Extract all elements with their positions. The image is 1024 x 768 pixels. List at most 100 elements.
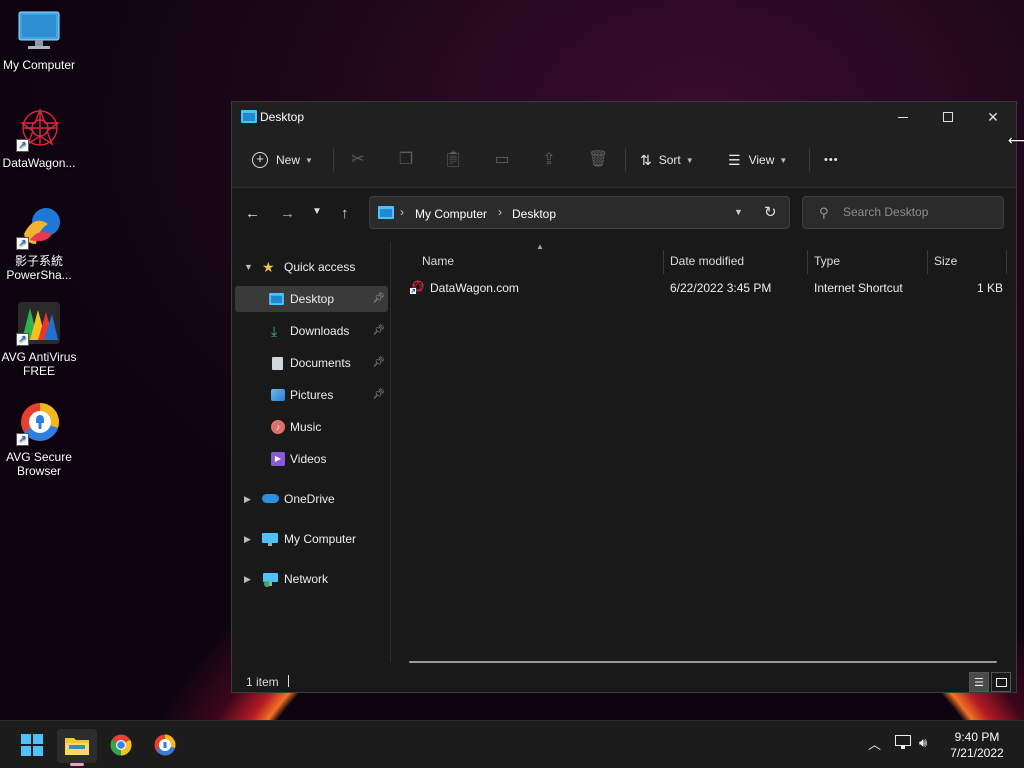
file-explorer-window: Desktop ✕ + New ▼ ✂ ❐ 📋︎ ▭ ⇪ 🗑︎ ⇅ Sort ▼ [231,101,1017,693]
view-button-label: View [748,153,775,167]
taskbar-avg-secure-browser[interactable] [145,729,185,763]
navigation-pane: ▼ ★ Quick access Desktop 📌︎ ⤓ Downloads … [232,242,392,662]
desktop-icon-label: 影子系統 PowerSha... [6,254,72,282]
tiles-view-button[interactable] [991,672,1011,692]
sidebar-item-label: Quick access [284,260,356,274]
refresh-icon[interactable]: ↻ [764,203,777,221]
sidebar-divider [390,242,391,662]
sidebar-item-label: Pictures [290,388,334,402]
breadcrumb-my-computer[interactable]: My Computer [415,207,487,221]
sidebar-item-network[interactable]: ▶ Network [235,566,388,592]
network-tray-icon[interactable] [895,735,911,753]
search-input[interactable] [843,205,993,219]
table-row[interactable]: DataWagon.com 6/22/2022 3:45 PM Internet… [408,277,1008,299]
show-hidden-icons-chevron-icon[interactable]: ︿ [868,734,881,753]
monitor-icon [262,533,278,549]
sidebar-item-desktop[interactable]: Desktop 📌︎ [235,286,388,312]
sort-button[interactable]: ⇅ Sort ▼ [640,146,694,174]
column-divider[interactable] [663,250,664,274]
pin-icon[interactable]: 📌︎ [372,293,385,304]
desktop-folder-icon [241,110,257,126]
star-icon: ★ [262,258,275,275]
sidebar-item-videos[interactable]: ▶ Videos [235,446,388,472]
shortcut-arrow-icon: ↗ [16,433,29,446]
column-header-size[interactable]: Size [934,248,957,274]
back-arrow-icon[interactable]: ← [245,205,260,222]
sidebar-item-documents[interactable]: Documents 📌︎ [235,350,388,376]
up-arrow-icon[interactable]: ↑ [341,205,349,222]
horizontal-scrollbar[interactable] [409,661,997,663]
search-box[interactable]: ⚲ [802,196,1004,229]
pin-icon[interactable]: 📌︎ [372,389,385,400]
minimize-button[interactable] [880,102,926,132]
forward-arrow-icon[interactable]: → [280,205,295,222]
column-header-date[interactable]: Date modified [670,248,744,274]
sidebar-item-label: Desktop [290,292,335,306]
close-button[interactable]: ✕ [970,102,1016,132]
taskbar-clock[interactable]: 9:40 PM 7/21/2022 [940,729,1014,761]
details-view-icon: ☰ [974,676,984,689]
taskbar-file-explorer[interactable] [57,729,97,766]
column-header-type[interactable]: Type [814,248,840,274]
breadcrumb-chevron-icon: › [400,205,404,219]
sidebar-item-onedrive[interactable]: ▶ OneDrive [235,486,388,512]
clock-date: 7/21/2022 [950,746,1004,760]
desktop-icon-powershadow[interactable]: ↗ 影子系統 PowerSha... [0,204,78,282]
sidebar-item-label: Documents [290,356,351,370]
desktop-icon-label: My Computer [2,58,76,72]
address-dropdown-icon[interactable]: ▼ [734,207,743,217]
sidebar-item-my-computer[interactable]: ▶ My Computer [235,526,388,552]
maximize-button[interactable] [925,102,971,132]
pictures-icon [271,389,285,401]
see-more-button[interactable]: ••• [824,146,839,174]
chevron-down-icon: ▼ [244,262,253,272]
delete-icon[interactable]: 🗑︎ [588,149,608,169]
sidebar-item-pictures[interactable]: Pictures 📌︎ [235,382,388,408]
column-divider[interactable] [1006,250,1007,274]
view-list-icon: ☰ [728,151,741,168]
share-icon[interactable]: ⇪ [539,149,559,169]
videos-icon: ▶ [271,452,285,466]
toolbar-divider [809,148,810,172]
sidebar-item-music[interactable]: ♪ Music [235,414,388,440]
copy-icon[interactable]: ❐ [396,149,416,169]
status-divider [288,675,289,687]
status-bar: 1 item ☰ [232,672,1016,692]
column-header-name[interactable]: Name [422,248,454,274]
title-bar[interactable]: Desktop ✕ [232,102,1016,132]
paste-icon[interactable]: 📋︎ [443,149,463,169]
taskbar: ︿ 🔊︎ 9:40 PM 7/21/2022 [0,720,1024,768]
chevron-down-icon: ▼ [685,155,694,165]
sort-indicator-icon: ▲ [536,242,544,251]
address-bar[interactable]: › My Computer › Desktop ▼ ↻ [369,196,790,229]
internet-shortcut-icon [410,280,424,297]
volume-icon[interactable]: 🔊︎ [919,735,927,751]
desktop-icon-avg-secure-browser[interactable]: ↗ AVG Secure Browser [0,400,78,478]
window-title: Desktop [260,110,305,124]
desktop-folder-icon [378,206,394,222]
music-icon: ♪ [271,420,285,434]
column-divider[interactable] [807,250,808,274]
pin-icon[interactable]: 📌︎ [372,325,385,336]
sidebar-item-label: Downloads [290,324,350,338]
desktop-icon-avg-antivirus[interactable]: ↗ AVG AntiVirus FREE [0,300,78,378]
new-button[interactable]: + New ▼ [252,146,313,174]
recent-chevron-icon[interactable]: ▼ [312,206,322,217]
start-button[interactable] [12,729,52,763]
desktop-icon-datawagon[interactable]: ↗ DataWagon... [0,106,78,170]
desktop-icon-my-computer[interactable]: My Computer [0,8,78,72]
cut-icon[interactable]: ✂ [348,149,368,169]
sidebar-item-label: My Computer [284,532,357,546]
view-button[interactable]: ☰ View ▼ [728,146,787,174]
breadcrumb-desktop[interactable]: Desktop [512,207,556,221]
pin-icon[interactable]: 📌︎ [372,357,385,368]
sidebar-item-quick-access[interactable]: ▼ ★ Quick access [235,254,388,280]
taskbar-chrome[interactable] [101,729,141,763]
sidebar-item-downloads[interactable]: ⤓ Downloads 📌︎ [235,318,388,344]
details-view-button[interactable]: ☰ [969,672,989,692]
shortcut-arrow-icon: ↗ [16,237,29,250]
file-size: 1 KB [977,281,1004,295]
rename-icon[interactable]: ▭ [492,149,512,169]
column-divider[interactable] [927,250,928,274]
minimize-icon [898,116,908,118]
